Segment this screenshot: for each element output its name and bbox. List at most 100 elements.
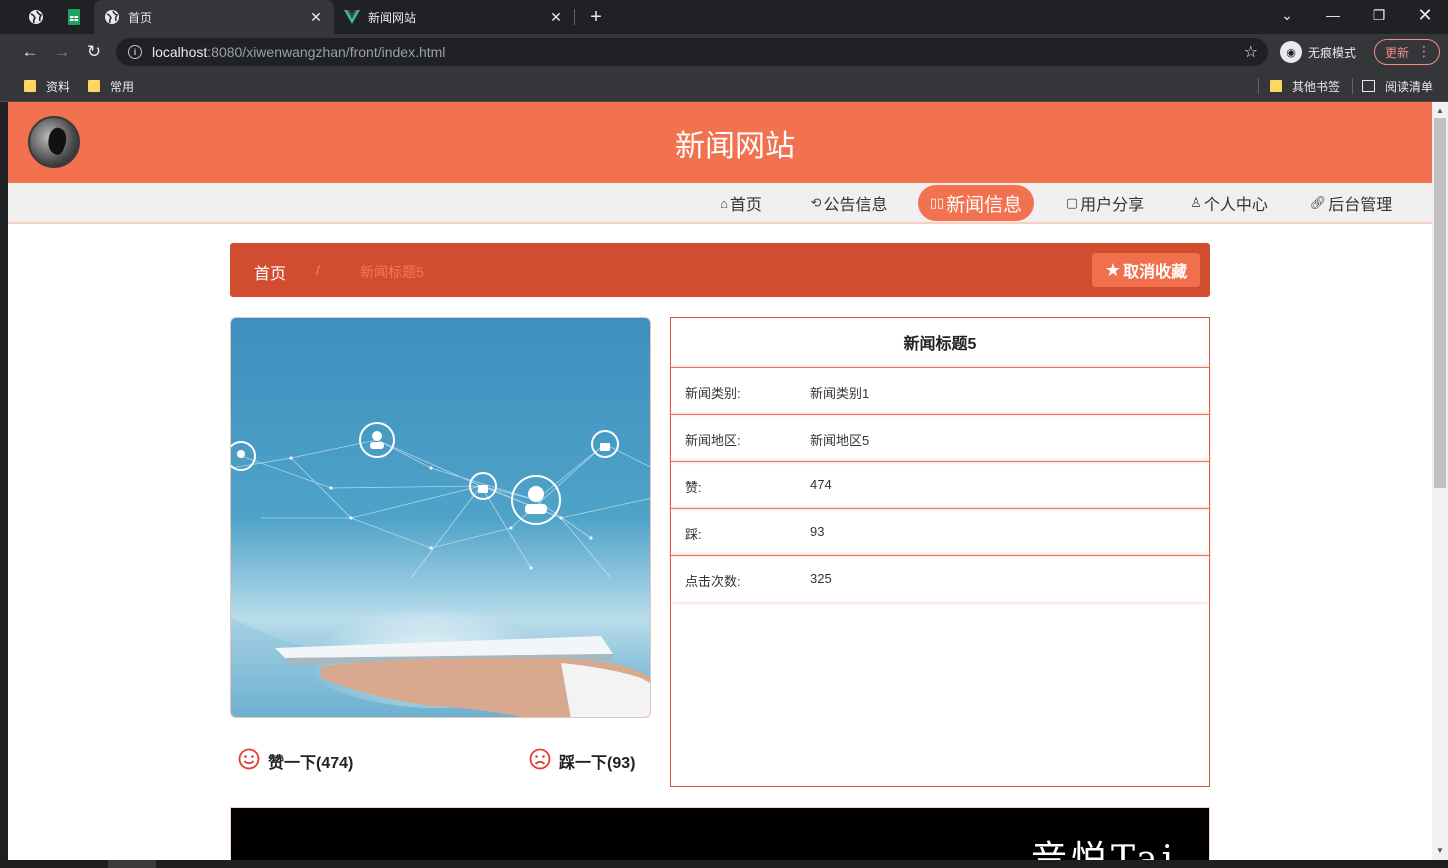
smile-icon [238, 748, 260, 775]
sheets-icon[interactable] [62, 6, 86, 28]
dislike-label: 踩一下(93) [559, 755, 636, 772]
more-icon: ⋮ [1417, 43, 1431, 59]
breadcrumb: 首页 / 新闻标题5 ★ 取消收藏 [230, 243, 1210, 297]
breadcrumb-current: 新闻标题5 [360, 264, 424, 280]
unfavorite-button[interactable]: ★ 取消收藏 [1092, 253, 1200, 287]
scroll-up-icon[interactable]: ▲ [1436, 106, 1444, 115]
nav-item-profile[interactable]: ♙ 个人中心 [1186, 185, 1272, 221]
nav-label: 个人中心 [1203, 197, 1268, 214]
info-row-region: 新闻地区: 新闻地区5 [671, 414, 1209, 461]
nav-item-admin[interactable]: 🔗︎ 后台管理 [1308, 185, 1394, 221]
bookmark-label: 资料 [46, 79, 71, 94]
nav-label: 用户分享 [1080, 197, 1145, 214]
video-player[interactable]: 音悦Tai [230, 807, 1210, 860]
info-label: 踩: [685, 527, 702, 542]
close-icon[interactable]: ✕ [308, 9, 324, 25]
globe-icon[interactable] [24, 6, 48, 28]
like-label: 赞一下(474) [268, 755, 354, 772]
tab-news-site[interactable]: 新闻网站 ✕ [334, 0, 574, 34]
page-scrollbar[interactable]: ▲ ▼ [1432, 102, 1448, 860]
nav-item-home[interactable]: ⌂ 首页 [714, 185, 768, 221]
update-button[interactable]: 更新 ⋮ [1374, 39, 1440, 65]
info-value: 新闻类别1 [810, 386, 870, 401]
window-close-icon[interactable]: ✕ [1402, 0, 1448, 30]
bookmark-label: 其他书签 [1292, 79, 1341, 94]
minimize-icon[interactable]: — [1310, 0, 1356, 30]
refresh-icon: ⟲ [810, 195, 822, 210]
tab-separator [574, 9, 575, 25]
info-label: 新闻地区: [685, 433, 741, 448]
reload-icon[interactable]: ↻ [80, 38, 108, 66]
site-header: 新闻网站 [8, 102, 1432, 183]
info-row-dislikes: 踩: 93 [671, 508, 1209, 555]
nav-item-notices[interactable]: ⟲ 公告信息 [806, 185, 892, 221]
nav-label: 新闻信息 [946, 194, 1023, 216]
frown-icon [529, 748, 551, 775]
video-watermark: 音悦Tai [1031, 839, 1178, 860]
info-label: 点击次数: [685, 574, 741, 589]
info-label: 新闻类别: [685, 386, 741, 401]
chevron-down-icon[interactable]: ⌄ [1264, 0, 1310, 30]
nav-item-news[interactable]: ▯▯ 新闻信息 [918, 185, 1034, 221]
bookmarks-bar: 资料 常用 其他书签 阅读清单 [0, 70, 1448, 102]
url-host: localhost [152, 44, 208, 60]
reading-list-icon [1362, 80, 1375, 92]
vue-icon [344, 9, 360, 25]
nav-label: 首页 [729, 197, 762, 214]
scroll-down-icon[interactable]: ▼ [1436, 846, 1444, 855]
dislike-button[interactable]: 踩一下(93) [529, 748, 635, 774]
link-icon: 🔗︎ [1309, 195, 1327, 210]
other-bookmarks[interactable]: 其他书签 [1270, 76, 1340, 96]
info-value: 93 [810, 524, 825, 539]
news-title: 新闻标题5 [903, 336, 977, 353]
bookmark-star-icon[interactable]: ☆ [1244, 42, 1258, 62]
reading-list[interactable]: 阅读清单 [1362, 76, 1433, 96]
news-info-panel: 新闻标题5 新闻类别: 新闻类别1 新闻地区: 新闻地区5 赞: 474 踩: … [670, 317, 1210, 787]
restore-icon[interactable]: ❐ [1356, 0, 1402, 30]
bookmark-separator [1352, 78, 1353, 94]
forward-icon[interactable]: → [48, 38, 76, 66]
info-value: 新闻地区5 [810, 433, 870, 448]
folder-icon [1270, 80, 1282, 92]
tab-home[interactable]: 首页 ✕ [94, 0, 334, 34]
bookmark-label: 阅读清单 [1385, 79, 1434, 94]
nav-item-share[interactable]: ▢ 用户分享 [1062, 185, 1148, 221]
home-icon: ⌂ [720, 195, 728, 211]
globe-icon [104, 9, 120, 25]
taskbar-item[interactable] [108, 860, 156, 868]
new-tab-icon[interactable]: + [584, 5, 608, 29]
close-icon[interactable]: ✕ [548, 9, 564, 25]
bookmark-separator [1258, 78, 1259, 94]
bookmark-folder[interactable]: 常用 [88, 76, 134, 96]
os-taskbar [0, 860, 1448, 868]
incognito-icon: ◉ [1280, 41, 1302, 63]
info-value: 474 [810, 477, 832, 492]
breadcrumb-home[interactable]: 首页 [254, 260, 286, 284]
info-icon[interactable]: i [128, 45, 142, 59]
info-label: 赞: [685, 480, 702, 495]
page-viewport: 新闻网站 ⌂ 首页 ⟲ 公告信息 ▯▯ 新闻信息 ▢ 用户分享 ♙ 个人中心 🔗︎ 后台管理… [8, 102, 1432, 860]
incognito-indicator[interactable]: ◉ 无痕模式 [1280, 38, 1356, 66]
info-value: 325 [810, 571, 832, 586]
user-icon: ♙ [1190, 195, 1202, 210]
scrollbar-thumb[interactable] [1434, 118, 1446, 488]
folder-icon [24, 80, 36, 92]
folder-icon [88, 80, 100, 92]
bookmark-label: 常用 [110, 79, 135, 94]
like-button[interactable]: 赞一下(474) [238, 748, 353, 774]
tab-title: 新闻网站 [368, 10, 417, 25]
share-icon: ▢ [1065, 195, 1079, 210]
update-label: 更新 [1385, 45, 1410, 60]
info-row-likes: 赞: 474 [671, 461, 1209, 508]
browser-tab-bar: 首页 ✕ 新闻网站 ✕ + ⌄ — ❐ ✕ [0, 0, 1448, 34]
news-icon: ▯▯ [929, 195, 945, 210]
url-path: :8080/xiwenwangzhan/front/index.html [207, 44, 446, 60]
address-bar[interactable]: i localhost:8080/xiwenwangzhan/front/ind… [116, 38, 1268, 66]
info-row-category: 新闻类别: 新闻类别1 [671, 367, 1209, 414]
browser-toolbar: ← → ↻ i localhost:8080/xiwenwangzhan/fro… [0, 34, 1448, 70]
back-icon[interactable]: ← [16, 38, 44, 66]
bookmark-folder[interactable]: 资料 [24, 76, 70, 96]
nav-label: 公告信息 [823, 197, 888, 214]
main-nav: ⌂ 首页 ⟲ 公告信息 ▯▯ 新闻信息 ▢ 用户分享 ♙ 个人中心 🔗︎ 后台管理 [8, 183, 1432, 224]
info-row-clicks: 点击次数: 325 [671, 555, 1209, 602]
